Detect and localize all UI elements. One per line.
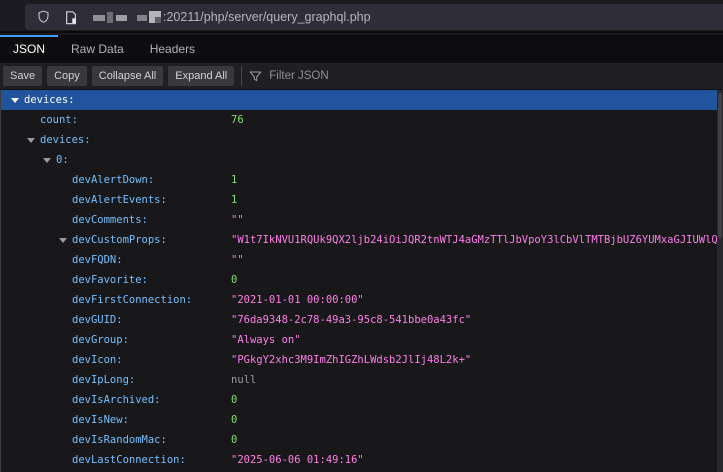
expander-arrow-icon[interactable] — [59, 238, 67, 243]
json-value: "W1t7IkNVU1RQUk9QX2ljb24iOiJQR2tnWTJ4aGM… — [231, 230, 723, 250]
json-key: devAlertDown: — [72, 170, 154, 190]
tree-row-devGUID[interactable]: devGUID: "76da9348-2c78-49a3-95c8-541bbe0… — [1, 310, 723, 330]
tree-row-devGroup[interactable]: devGroup: "Always on" — [1, 330, 723, 350]
filter-json-box — [249, 63, 723, 90]
json-key: devices: — [40, 130, 91, 150]
expander-arrow-icon[interactable] — [43, 158, 51, 163]
tree-row-devIsRandomMac[interactable]: devIsRandomMac: 0 — [1, 430, 723, 450]
tree-row-devFirstConnection[interactable]: devFirstConnection: "2021-01-01 00:00:00" — [1, 290, 723, 310]
tree-row-devices[interactable]: devices: — [1, 130, 723, 150]
json-value: null — [231, 370, 256, 390]
tree-row-0[interactable]: 0: — [1, 150, 723, 170]
tree-row-devIsNew[interactable]: devIsNew: 0 — [1, 410, 723, 430]
json-key: devIpLong: — [72, 370, 135, 390]
shield-icon[interactable] — [31, 5, 55, 29]
tab-json[interactable]: JSON — [0, 35, 58, 63]
json-value: "76da9348-2c78-49a3-95c8-541bbe0a43fc" — [231, 310, 471, 330]
json-key: devFavorite: — [72, 270, 148, 290]
scrollbar[interactable] — [717, 90, 723, 472]
json-toolbar: Save Copy Collapse All Expand All — [0, 63, 723, 90]
tree-row-devAlertEvents[interactable]: devAlertEvents: 1 — [1, 190, 723, 210]
json-key: devIcon: — [72, 350, 123, 370]
json-key: devCustomProps: — [72, 230, 167, 250]
expand-all-button[interactable]: Expand All — [168, 66, 234, 86]
json-key: devGroup: — [72, 330, 129, 350]
json-key: devices: — [24, 90, 75, 110]
json-key: devFirstConnection: — [72, 290, 192, 310]
json-key: devIsRandomMac: — [72, 430, 167, 450]
copy-button[interactable]: Copy — [47, 66, 87, 86]
json-key: devComments: — [72, 210, 148, 230]
filter-funnel-icon — [249, 70, 262, 83]
url-text: :20211/php/server/query_graphql.php — [163, 10, 371, 24]
json-value: "" — [231, 210, 244, 230]
json-value: "PGkgY2xhc3M9ImZhIGZhLWdsb2JlIj48L2k+" — [231, 350, 471, 370]
json-value: 0 — [231, 430, 237, 450]
json-key: count: — [40, 110, 78, 130]
json-value: 0 — [231, 410, 237, 430]
url-bar[interactable]: :20211/php/server/query_graphql.php — [25, 4, 723, 30]
tree-row-devFQDN[interactable]: devFQDN: "" — [1, 250, 723, 270]
tree-row-devLastConnection[interactable]: devLastConnection: "2025-06-06 01:49:16" — [1, 450, 723, 470]
json-key: devAlertEvents: — [72, 190, 167, 210]
scrollbar-thumb[interactable] — [718, 93, 722, 238]
json-key: devLastConnection: — [72, 450, 186, 470]
tree-row-devIcon[interactable]: devIcon: "PGkgY2xhc3M9ImZhIGZhLWdsb2JlIj4… — [1, 350, 723, 370]
collapse-all-button[interactable]: Collapse All — [92, 66, 163, 86]
json-key: devFQDN: — [72, 250, 123, 270]
json-value: "" — [231, 250, 244, 270]
json-value: 76 — [231, 110, 244, 130]
tree-row-devIpLong[interactable]: devIpLong: null — [1, 370, 723, 390]
json-key: devIsNew: — [72, 410, 129, 430]
tab-raw-data[interactable]: Raw Data — [58, 35, 137, 63]
expander-arrow-icon[interactable] — [11, 98, 19, 103]
json-value: 1 — [231, 190, 237, 210]
page-icon[interactable] — [59, 5, 83, 29]
browser-chrome: :20211/php/server/query_graphql.php — [0, 0, 723, 33]
json-value: "2025-06-06 01:49:16" — [231, 450, 364, 470]
tab-headers[interactable]: Headers — [137, 35, 208, 63]
json-value: "Always on" — [231, 330, 301, 350]
save-button[interactable]: Save — [3, 66, 42, 86]
json-tree: devices:count:76devices:0:devAlertDown:1… — [0, 90, 723, 472]
browser-window: :20211/php/server/query_graphql.php JSON… — [0, 0, 723, 472]
filter-json-input[interactable] — [269, 70, 723, 82]
tree-row-devices[interactable]: devices: — [1, 90, 723, 110]
json-key: 0: — [56, 150, 69, 170]
json-key: devGUID: — [72, 310, 123, 330]
tree-row-devComments[interactable]: devComments: "" — [1, 210, 723, 230]
tree-row-devIsArchived[interactable]: devIsArchived: 0 — [1, 390, 723, 410]
json-key: devIsArchived: — [72, 390, 161, 410]
viewer-tab-bar: JSON Raw Data Headers — [0, 35, 723, 63]
tree-row-devFavorite[interactable]: devFavorite: 0 — [1, 270, 723, 290]
json-value: 0 — [231, 270, 237, 290]
expander-arrow-icon[interactable] — [27, 138, 35, 143]
json-value: 1 — [231, 170, 237, 190]
tree-row-count[interactable]: count: 76 — [1, 110, 723, 130]
toolbar-separator — [241, 66, 242, 86]
tree-row-devAlertDown[interactable]: devAlertDown: 1 — [1, 170, 723, 190]
json-value: 0 — [231, 390, 237, 410]
redacted-url-segment — [93, 9, 163, 25]
json-value: "2021-01-01 00:00:00" — [231, 290, 364, 310]
tree-row-devCustomProps[interactable]: devCustomProps: "W1t7IkNVU1RQUk9QX2ljb24i… — [1, 230, 723, 250]
